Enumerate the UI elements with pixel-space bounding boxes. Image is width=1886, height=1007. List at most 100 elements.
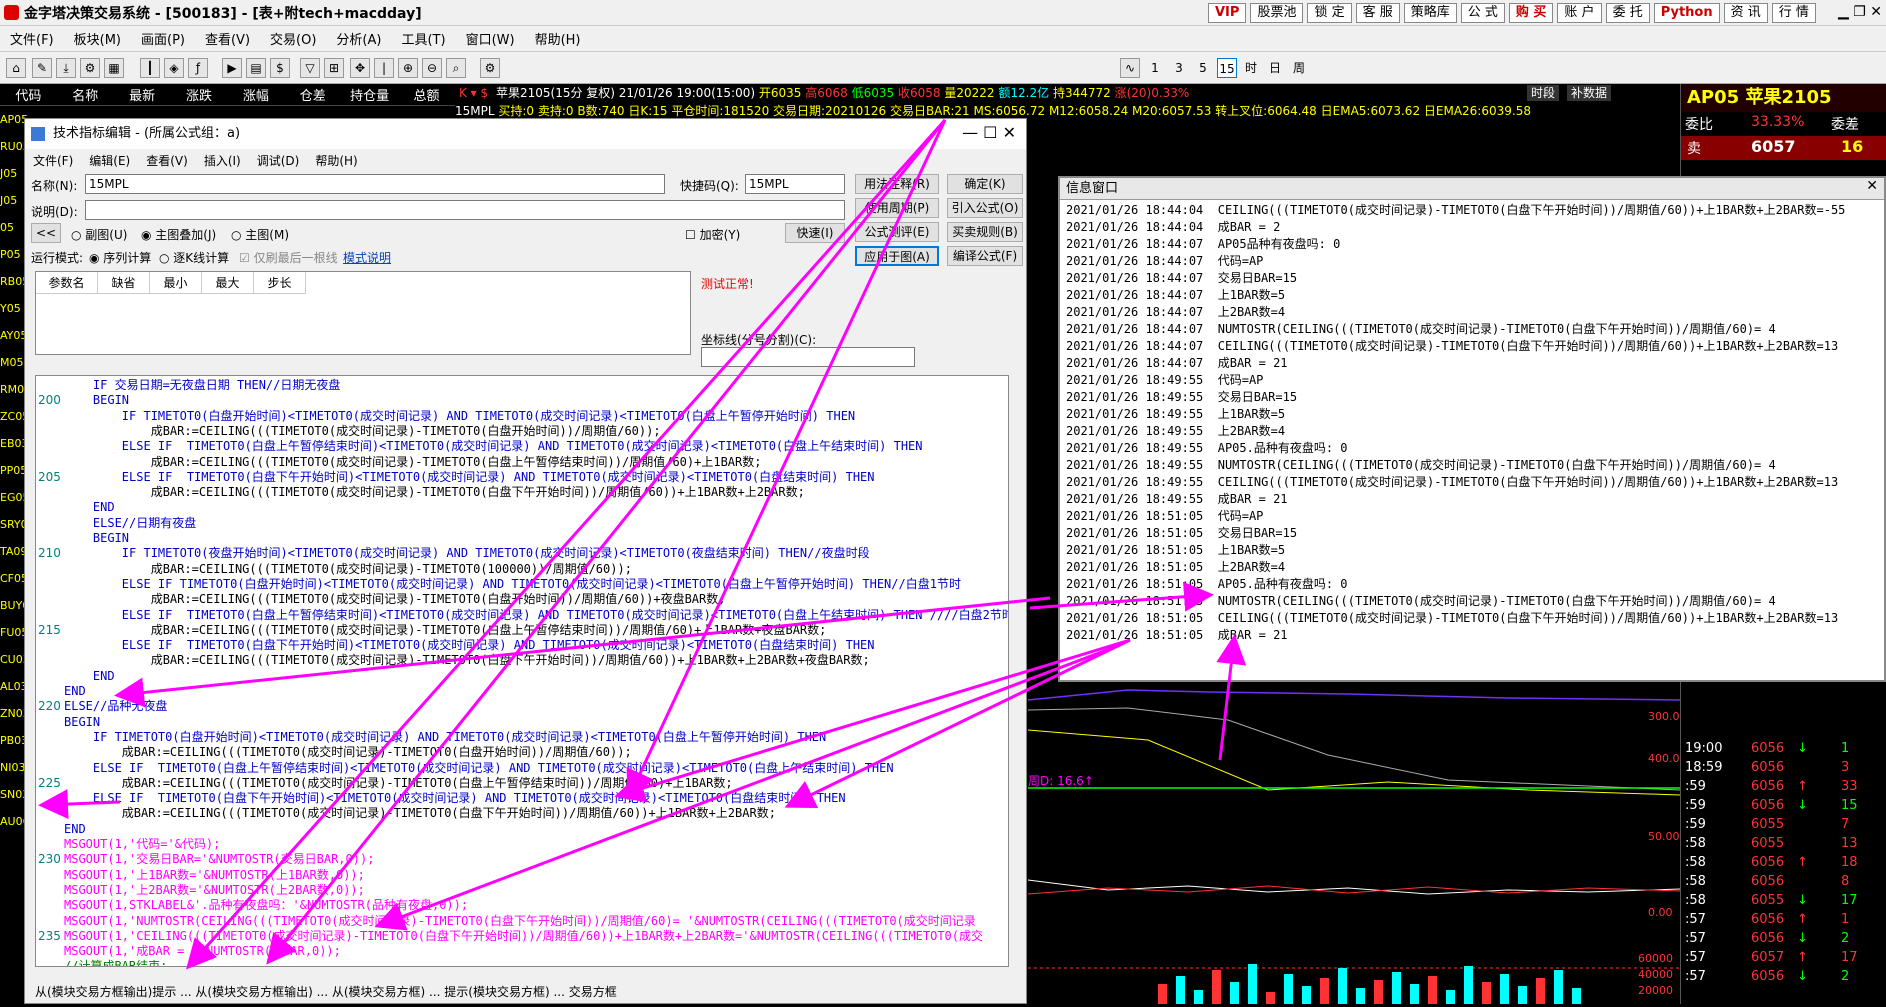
radio-sub-chart[interactable]: ○ 副图(U) [71,226,127,243]
dollar-icon[interactable]: $ [270,58,290,78]
top-button[interactable]: Python [1653,3,1720,23]
top-button[interactable]: 锁 定 [1307,3,1352,23]
kline-icon[interactable]: ┃ [140,58,160,78]
import-formula-button[interactable]: 引入公式(O) [947,198,1023,218]
draw-line-icon[interactable]: ✎ [32,58,52,78]
gear-icon[interactable]: ⚙ [480,58,500,78]
radio-sequence-calc[interactable]: ◉ 序列计算 [89,249,151,266]
radio-main-chart[interactable]: ○ 主图(M) [231,226,289,243]
parameter-table[interactable]: 参数名 缺省 最小 最大 步长 [35,271,691,355]
top-button[interactable]: 公 式 [1460,3,1505,23]
column-header[interactable]: 最新 [114,85,171,104]
play-icon[interactable]: ▶ [222,58,242,78]
cursor-icon[interactable]: | [374,58,394,78]
top-button[interactable]: VIP [1208,3,1247,23]
test-formula-button[interactable]: 公式测评(E) [855,222,939,242]
column-header[interactable]: 总额 [398,85,455,104]
period-button[interactable]: 15 [1217,58,1237,78]
editor-menu-item[interactable]: 插入(I) [196,152,249,169]
editor-window-controls[interactable]: — ☐ ✕ [962,123,1016,142]
download-icon[interactable]: ⤓ [56,58,76,78]
column-header[interactable]: 代码 [0,85,57,104]
use-period-button[interactable]: 使用周期(P) [855,198,939,218]
filter-icon[interactable]: ▽ [300,58,320,78]
period-button[interactable]: 周 [1289,58,1309,78]
trade-price: 6056 [1751,760,1785,775]
radio-main-overlay[interactable]: ◉ 主图叠加(J) [141,226,216,243]
column-header[interactable]: 涨幅 [228,85,285,104]
editor-menu-item[interactable]: 编辑(E) [81,152,138,169]
formula-icon[interactable]: ƒ [188,58,208,78]
top-button[interactable]: 账 户 [1557,3,1602,23]
ok-button[interactable]: 确定(K) [947,174,1023,194]
name-input[interactable]: 15MPL [85,174,665,194]
column-header[interactable]: 涨跌 [171,85,228,104]
menu-item[interactable]: 分析(A) [326,29,391,48]
menu-item[interactable]: 板块(M) [64,29,131,48]
period-button[interactable]: 日 [1265,58,1285,78]
zoom-in-icon[interactable]: ⊕ [398,58,418,78]
coordinate-lines-input[interactable] [701,347,915,367]
move-icon[interactable]: ✥ [350,58,370,78]
period-button[interactable]: 1 [1145,58,1165,78]
menu-item[interactable]: 画面(P) [131,29,195,48]
home-icon[interactable]: ⌂ [6,58,26,78]
volume-bar [1482,982,1491,1004]
trade-price: 6056 [1751,969,1785,984]
period-button[interactable]: 时段 [1527,85,1560,101]
top-button[interactable]: 股票池 [1250,3,1304,23]
settings-icon[interactable]: ⚙ [80,58,100,78]
period-button[interactable]: 3 [1169,58,1189,78]
trade-rules-button[interactable]: 买卖规则(B) [947,222,1023,242]
compile-formula-button[interactable]: 编译公式(F) [947,246,1023,266]
top-button[interactable]: 行 情 [1771,3,1816,23]
column-header[interactable]: 仓差 [284,85,341,104]
menu-item[interactable]: 交易(O) [260,29,326,48]
top-button[interactable]: 资 讯 [1723,3,1768,23]
test-status: 测试正常! [701,277,754,291]
indicator-icon[interactable]: ◈ [164,58,184,78]
usage-notes-button[interactable]: 用法注释(R) [855,174,939,194]
trend-icon[interactable]: ∿ [1120,58,1140,78]
menu-item[interactable]: 工具(T) [391,29,455,48]
mode-help-link[interactable]: 模式说明 [343,249,391,266]
zoom-out-icon[interactable]: ⊖ [422,58,442,78]
price-chart[interactable]: 周D: 16.6↑ 300.0 400.0 50.00 0.00 60000 4… [1027,680,1681,1004]
apply-to-chart-button[interactable]: 应用于图(A) [855,246,939,266]
editor-menu-item[interactable]: 文件(F) [25,152,81,169]
trade-direction-icon: ↓ [1797,893,1808,908]
fill-data-button[interactable]: 补数据 [1567,85,1612,101]
period-button[interactable]: 5 [1193,58,1213,78]
document-icon[interactable]: ▤ [246,58,266,78]
radio-bar-calc[interactable]: ○ 逐K线计算 [159,249,229,266]
collapse-button[interactable]: << [31,223,61,243]
fast-button[interactable]: 快速(I) [785,223,845,243]
menu-item[interactable]: 窗口(W) [456,29,525,48]
grid-icon[interactable]: ▦ [104,58,124,78]
encrypt-checkbox[interactable]: ☐ 加密(Y) [685,226,740,243]
trade-time: :57 [1685,931,1706,946]
top-button[interactable]: 委 托 [1605,3,1650,23]
close-icon[interactable]: ✕ [1866,178,1878,194]
last-bar-checkbox[interactable]: ☑ 仅刷最后一根线 [239,249,338,266]
chart-icon[interactable]: ⊞ [324,58,344,78]
magnifier-icon[interactable]: ⌕ [446,58,466,78]
message-log[interactable]: 2021/01/26 18:44:04 CEILING(((TIMETOT0(成… [1066,202,1866,672]
top-button[interactable]: 客 服 [1355,3,1400,23]
volume-bar [1428,976,1437,1004]
period-button[interactable]: 时 [1241,58,1261,78]
editor-menu-item[interactable]: 调试(D) [249,152,308,169]
column-header[interactable]: 名称 [57,85,114,104]
menu-item[interactable]: 文件(F) [0,29,64,48]
top-button[interactable]: 购 买 [1508,3,1554,23]
window-controls[interactable]: ▁ ❐ ✕ [1838,4,1882,20]
top-button[interactable]: 策略库 [1403,3,1457,23]
column-header[interactable]: 持仓量 [341,85,398,104]
editor-menu-item[interactable]: 查看(V) [138,152,196,169]
editor-menu-item[interactable]: 帮助(H) [307,152,365,169]
menu-item[interactable]: 帮助(H) [525,29,591,48]
description-input[interactable] [85,200,845,220]
shortcut-input[interactable]: 15MPL [745,174,845,194]
code-editor[interactable]: IF 交易日期=无夜盘日期 THEN//日期无夜盘 200 BEGIN IF TI… [35,375,1009,967]
menu-item[interactable]: 查看(V) [195,29,260,48]
